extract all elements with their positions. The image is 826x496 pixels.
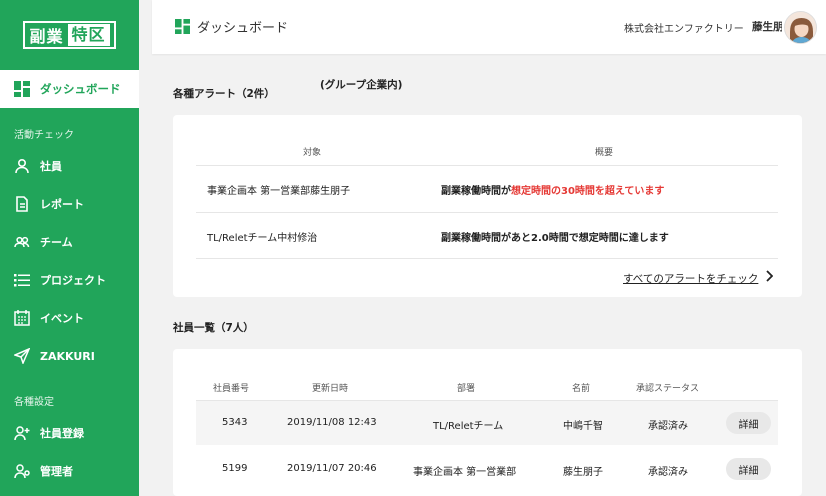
sidebar-item-dashboard[interactable]: ダッシュボード [0,70,139,108]
sidebar-item-label: 社員 [40,160,62,173]
col-header-name: 名前 [572,384,591,394]
detail-button[interactable]: 詳細 [726,458,771,480]
company-name: 株式会社エンファクトリー [624,24,744,35]
sidebar-item-zakkuri[interactable]: ZAKKURI [0,341,139,371]
page-title: ダッシュボード [174,17,288,36]
alerts-card: 対象 概要 事業企画本 第一営業部藤生朋子 副業稼働時間が想定時間の30時間を超… [173,115,802,297]
sidebar-item-event[interactable]: イベント [0,303,139,333]
sidebar-item-label: プロジェクト [40,274,106,287]
admin-user-icon [14,463,30,479]
sidebar-item-project[interactable]: プロジェクト [0,265,139,295]
brand-logo-part2: 特区 [67,24,110,46]
sidebar-item-label: レポート [40,198,84,211]
cell-name: 藤生朋子 [563,467,603,478]
list-icon [14,272,30,288]
sidebar-item-label: ZAKKURI [40,349,95,363]
alert-target[interactable]: TL/Reletチーム中村修治 [207,229,317,244]
alerts-col-summary: 概要 [595,148,614,158]
alerts-col-target: 対象 [303,148,322,158]
alerts-scope-note: (グループ企業内) [320,79,403,91]
brand-logo-part1: 副業 [29,27,64,46]
col-header-id: 社員番号 [213,384,250,394]
brand-logo[interactable]: 副業 特区 [23,21,116,49]
col-header-status: 承認ステータス [636,384,700,394]
sidebar-item-employees[interactable]: 社員 [0,151,139,181]
dashboard-icon [174,19,190,35]
alert-summary-highlight: 想定時間の30時間を超えています [511,186,665,197]
user-name[interactable]: 藤生朋子 [752,19,782,34]
sidebar-item-admin[interactable]: 管理者 [0,456,139,486]
alerts-heading: 各種アラート（2件） [173,88,275,100]
employees-card: 社員番号 更新日時 部署 名前 承認ステータス 5343 2019/11/08 … [173,349,802,496]
alert-summary: 副業稼働時間があと2.0時間で想定時間に達します [441,229,669,244]
alert-summary-highlight: 副業稼働時間があと2.0時間で想定時間に達します [441,233,669,244]
divider [196,212,778,213]
cell-status: 承認済み [648,467,688,478]
sidebar-item-label: 管理者 [40,465,73,478]
sidebar-item-register-employee[interactable]: 社員登録 [0,418,139,448]
section-title-activity: 活動チェック [14,130,74,141]
sidebar: 副業 特区 ダッシュボード 活動チェック 社員 レポート チーム プロジェクト [0,0,139,496]
divider [196,165,778,166]
cell-id: 5343 [222,417,248,428]
cell-updated: 2019/11/07 20:46 [287,463,377,474]
divider [196,258,778,259]
sidebar-item-label: チーム [40,236,73,249]
sidebar-item-report[interactable]: レポート [0,189,139,219]
sidebar-item-label: ダッシュボード [40,82,121,96]
cell-status: 承認済み [648,421,688,432]
calendar-icon [14,310,30,326]
alert-target[interactable]: 事業企画本 第一営業部藤生朋子 [207,182,350,197]
top-header: ダッシュボード 株式会社エンファクトリー 藤生朋子 [152,0,826,54]
cell-name: 中嶋千智 [563,421,603,432]
table-row[interactable]: 5343 2019/11/08 12:43 TL/Reletチーム 中嶋千智 承… [196,401,778,445]
cell-id: 5199 [222,463,248,474]
team-icon [14,234,30,250]
dashboard-icon [14,81,30,97]
check-all-alerts-link[interactable]: すべてのアラートをチェック [623,271,758,286]
detail-button[interactable]: 詳細 [726,412,771,434]
alert-summary: 副業稼働時間が想定時間の30時間を超えています [441,182,664,197]
send-icon [14,348,30,364]
employees-heading: 社員一覧（7人） [173,322,254,334]
sidebar-item-team[interactable]: チーム [0,227,139,257]
logo-area: 副業 特区 [0,0,139,70]
col-header-updated: 更新日時 [312,384,349,394]
chevron-right-icon[interactable] [765,270,774,285]
cell-dept: TL/Reletチーム [433,421,504,432]
sidebar-item-label: 社員登録 [40,427,84,440]
avatar[interactable] [784,11,817,44]
page-title-text: ダッシュボード [197,21,289,36]
sidebar-item-label: イベント [40,312,84,325]
add-user-icon [14,425,30,441]
alert-summary-prefix: 副業稼働時間が [441,186,511,197]
cell-dept: 事業企画本 第一営業部 [413,467,517,478]
cell-updated: 2019/11/08 12:43 [287,417,377,428]
user-icon [14,158,30,174]
section-title-settings: 各種設定 [14,397,54,408]
document-icon [14,196,30,212]
col-header-dept: 部署 [457,384,476,394]
